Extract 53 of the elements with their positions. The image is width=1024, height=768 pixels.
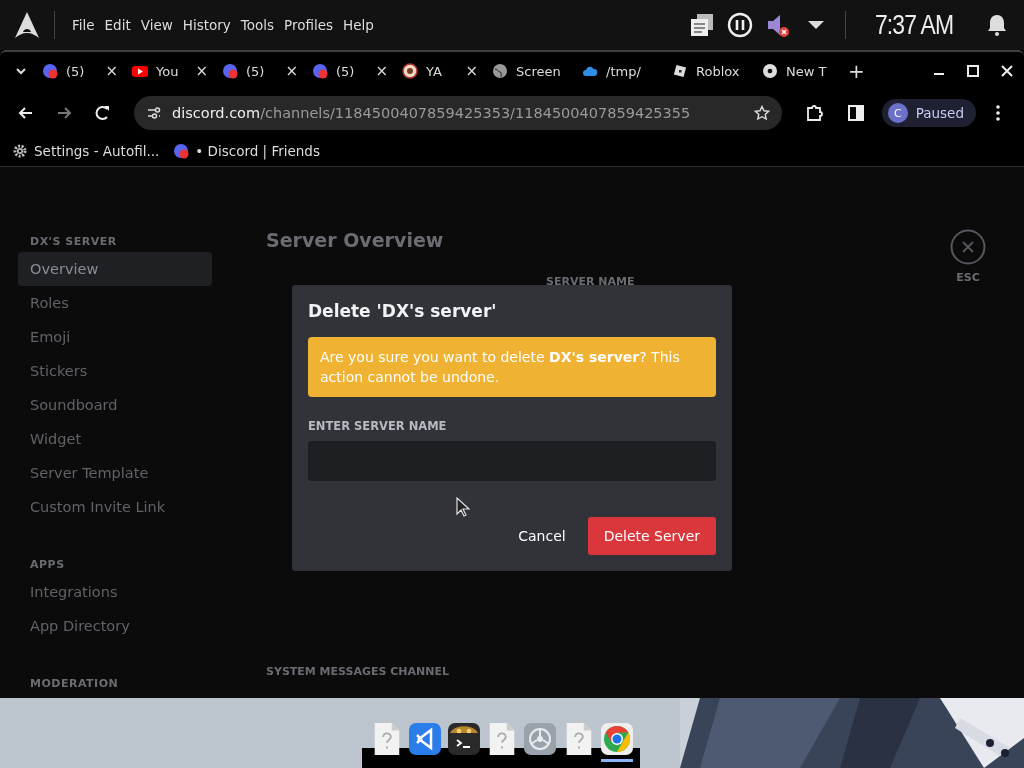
menu-item[interactable]: Tools: [235, 13, 280, 37]
clock: 7:37 AM: [874, 9, 954, 41]
gear-icon: [12, 143, 28, 159]
round-face-icon: [402, 63, 418, 79]
esc-label: ESC: [956, 271, 980, 284]
site-settings-icon[interactable]: [146, 105, 162, 121]
browser-tab[interactable]: You ×: [124, 54, 214, 88]
section-heading: SYSTEM MESSAGES CHANNEL: [266, 665, 449, 678]
section-heading: DX'S SERVER: [29, 235, 118, 248]
page-title: Server Overview: [266, 229, 444, 251]
browser-tab[interactable]: (5) ×: [304, 54, 394, 88]
code-editor-icon[interactable]: [409, 722, 442, 756]
section-heading: APPS: [29, 558, 66, 571]
app-badge-icon: [222, 63, 238, 79]
browser-tab[interactable]: Roblox: [664, 54, 754, 88]
app-badge-icon: [312, 63, 328, 79]
warning-message: Are you sure you want to delete DX's server? This action cannot be undone.: [308, 337, 716, 397]
field-label: ENTER SERVER NAME: [308, 419, 448, 433]
mountain-logo-icon[interactable]: [14, 11, 40, 39]
menu-item[interactable]: Edit: [99, 13, 136, 37]
terminal-icon[interactable]: [447, 722, 480, 756]
browser-tab[interactable]: Screen: [484, 54, 574, 88]
play-icon: [132, 63, 148, 79]
new-tab-button[interactable]: +: [848, 59, 865, 83]
pause-icon[interactable]: [726, 12, 753, 38]
mouse-pointer-icon: [456, 497, 470, 517]
app-badge-icon: [42, 63, 58, 79]
browser-tab[interactable]: YA ×: [394, 54, 484, 88]
globe-icon: [492, 63, 508, 79]
side-panel-icon[interactable]: [845, 103, 866, 123]
bookmark[interactable]: • Discord | Friends: [195, 143, 320, 159]
notes-icon[interactable]: [688, 12, 715, 38]
menu-item[interactable]: Profiles: [279, 13, 339, 37]
app-badge-icon: [173, 143, 190, 159]
field-label: SERVER NAME: [546, 275, 635, 288]
menu-item[interactable]: File: [67, 13, 100, 37]
settings-icon[interactable]: [524, 722, 557, 756]
bookmark[interactable]: Settings - Autofil...: [34, 143, 160, 159]
sidebar-item[interactable]: Overview: [18, 252, 212, 286]
browser-tab[interactable]: (5) ×: [214, 54, 304, 88]
delete-server-button[interactable]: Delete Server: [587, 517, 716, 555]
cancel-button[interactable]: Cancel: [502, 518, 582, 554]
browser-tab[interactable]: (5) ×: [34, 54, 124, 88]
menu-item[interactable]: History: [177, 13, 236, 37]
browser-tab[interactable]: /tmp/: [574, 54, 664, 88]
menu-item[interactable]: View: [135, 13, 178, 37]
menu-item[interactable]: Help: [338, 13, 379, 37]
section-heading: MODERATION: [29, 677, 120, 690]
browser-tab[interactable]: New T: [754, 54, 844, 88]
star-icon[interactable]: [753, 105, 770, 121]
profile-button[interactable]: C Paused: [881, 99, 976, 127]
dialog-title: Delete 'DX's server': [308, 301, 498, 321]
maximize-icon[interactable]: [966, 64, 980, 78]
